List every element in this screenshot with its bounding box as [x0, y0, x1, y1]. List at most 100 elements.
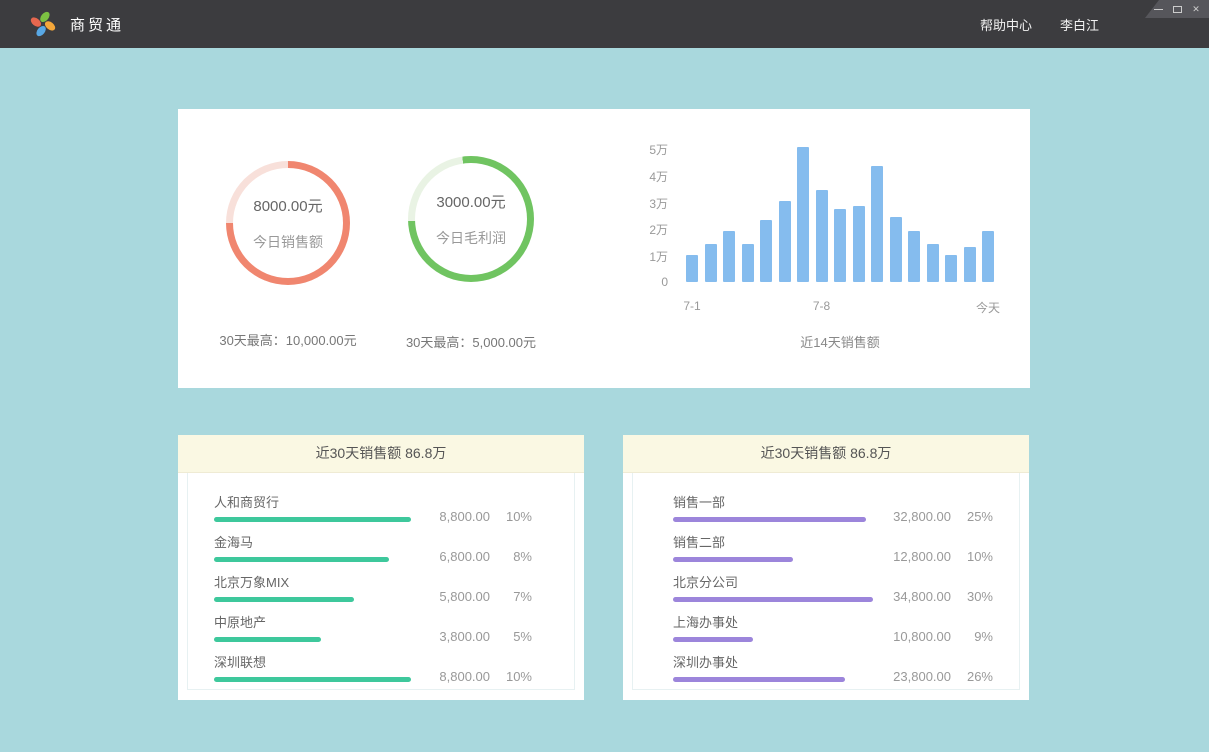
rank-row-name: 深圳办事处	[673, 647, 993, 671]
rank-row-name: 金海马	[214, 527, 548, 551]
rank-row-amount: 6,800.00	[418, 549, 490, 564]
rank-row-bar	[214, 637, 321, 642]
rank-row-percent: 8%	[498, 549, 532, 564]
user-menu[interactable]: 李白江	[1060, 15, 1099, 34]
rank-row-amount: 34,800.00	[873, 589, 951, 604]
rank-row: 销售二部12,800.00 10%	[673, 527, 993, 567]
rank-row-amount: 5,800.00	[418, 589, 490, 604]
help-center-link[interactable]: 帮助中心	[980, 15, 1032, 34]
rank-row-bar	[673, 517, 866, 522]
rank-row-name: 销售一部	[673, 487, 993, 511]
y-tick-label: 5万	[608, 141, 668, 158]
department-rank-panel: 销售一部32,800.00 25% 销售二部12,800.00 10% 北京分公司34,…	[632, 473, 1020, 690]
rank-row-percent: 25%	[959, 509, 993, 524]
bar	[779, 201, 791, 282]
rank-row-percent: 26%	[959, 669, 993, 684]
rank-row-amount: 8,800.00	[418, 669, 490, 684]
rank-row-percent: 5%	[498, 629, 532, 644]
rank-row-bar	[214, 557, 389, 562]
rank-row-name: 人和商贸行	[214, 487, 548, 511]
x-tick-label: 7-1	[683, 299, 700, 313]
rank-row-amount: 8,800.00	[418, 509, 490, 524]
rank-row-bar	[673, 637, 753, 642]
today-profit-value: 3000.00元	[436, 191, 505, 212]
profit-30day-max-caption: 30天最高：5,000.00元	[381, 332, 561, 351]
bar	[797, 147, 809, 282]
rank-row-bar	[673, 677, 845, 682]
rank-row-bar	[673, 597, 873, 602]
customer-rank-card: 近30天销售额 86.8万 人和商贸行8,800.0010%金海马6,800.0…	[178, 435, 584, 700]
rank-row-name: 中原地产	[214, 607, 548, 631]
maximize-icon[interactable]	[1172, 4, 1182, 14]
rank-row-name: 北京万象MIX	[214, 567, 548, 591]
rank-row-amount: 12,800.00	[873, 549, 951, 564]
rank-row-percent: 9%	[959, 629, 993, 644]
bar	[686, 255, 698, 282]
window-controls: ✕	[1145, 0, 1209, 18]
rank-row-percent: 10%	[959, 549, 993, 564]
customer-rank-title: 近30天销售额 86.8万	[178, 435, 584, 473]
bar	[853, 206, 865, 282]
pinwheel-logo-icon	[28, 9, 58, 39]
rank-row: 人和商贸行8,800.00 10%	[214, 487, 548, 527]
bar	[742, 244, 754, 282]
today-sales-donut-block: 8000.00元 今日销售额 30天最高：10,000.00元	[198, 161, 378, 371]
bar	[816, 190, 828, 282]
today-sales-value: 8000.00元	[253, 195, 322, 216]
today-sales-label: 今日销售额	[253, 232, 323, 252]
rank-row-name: 上海办事处	[673, 607, 993, 631]
y-tick-label: 2万	[608, 221, 668, 238]
donut-ring: 3000.00元 今日毛利润	[408, 156, 534, 282]
y-tick-label: 3万	[608, 195, 668, 212]
rank-row-name: 销售二部	[673, 527, 993, 551]
sales-30day-max-caption: 30天最高：10,000.00元	[198, 330, 378, 349]
rank-row: 北京分公司34,800.00 30%	[673, 567, 993, 607]
bar	[723, 231, 735, 282]
rank-row-bar	[214, 677, 411, 682]
rank-row-percent: 7%	[498, 589, 532, 604]
y-tick-label: 1万	[608, 248, 668, 265]
rank-row-amount: 23,800.00	[873, 669, 951, 684]
bar	[760, 220, 772, 282]
today-sales-donut-chart: 8000.00元 今日销售额	[198, 161, 378, 285]
close-icon[interactable]: ✕	[1191, 4, 1201, 14]
bar	[982, 231, 994, 282]
rank-row: 北京万象MIX5,800.00 7%	[214, 567, 548, 607]
y-tick-label: 0	[608, 275, 668, 289]
rank-row-bar	[673, 557, 793, 562]
bar	[871, 166, 883, 282]
donut-ring: 8000.00元 今日销售额	[226, 161, 350, 285]
bar-plot-area	[686, 147, 994, 282]
department-rank-card: 近30天销售额 86.8万 销售一部32,800.00 25% 销售二部12,800…	[623, 435, 1029, 700]
bar	[964, 247, 976, 282]
minimize-icon[interactable]	[1153, 4, 1163, 14]
bar	[927, 244, 939, 282]
rank-row-name: 北京分公司	[673, 567, 993, 591]
titlebar: 商贸通 帮助中心 李白江 ✕	[0, 0, 1209, 48]
rank-row-amount: 32,800.00	[873, 509, 951, 524]
rank-row-amount: 3,800.00	[418, 629, 490, 644]
rank-row-amount: 10,800.00	[873, 629, 951, 644]
bar	[908, 231, 920, 282]
rank-row: 深圳联想8,800.00 10%	[214, 647, 548, 687]
rank-row-percent: 10%	[498, 669, 532, 684]
today-profit-donut-block: 3000.00元 今日毛利润 30天最高：5,000.00元	[381, 156, 561, 366]
rank-row-name: 深圳联想	[214, 647, 548, 671]
today-profit-donut-chart: 3000.00元 今日毛利润	[381, 156, 561, 282]
y-tick-label: 4万	[608, 168, 668, 185]
today-profit-label: 今日毛利润	[436, 228, 506, 248]
department-rank-title: 近30天销售额 86.8万	[623, 435, 1029, 473]
bar	[945, 255, 957, 282]
bar	[890, 217, 902, 282]
x-tick-label: 7-8	[813, 299, 830, 313]
bar-chart-caption: 近14天销售额	[686, 332, 994, 351]
rank-row: 中原地产3,800.00 5%	[214, 607, 548, 647]
bar	[705, 244, 717, 282]
app-title: 商贸通	[70, 14, 124, 35]
rank-row-bar	[214, 517, 411, 522]
overview-card: 8000.00元 今日销售额 30天最高：10,000.00元 3000.00元…	[178, 109, 1030, 388]
rank-row-percent: 10%	[498, 509, 532, 524]
bar	[834, 209, 846, 282]
rank-row-percent: 30%	[959, 589, 993, 604]
rank-row: 深圳办事处23,800.00 26%	[673, 647, 993, 687]
